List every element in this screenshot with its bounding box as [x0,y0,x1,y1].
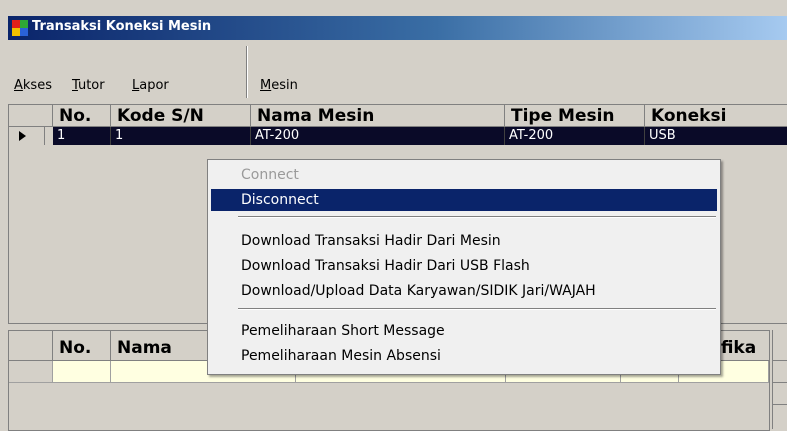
menu-item-download-upload-karyawan[interactable]: Download/Upload Data Karyawan/SIDIK Jari… [211,280,717,302]
menu-separator [246,46,248,98]
side-panel-strip [772,330,787,429]
lower-header-indicator [9,331,53,361]
menu-item-connect[interactable]: Connect [211,164,717,186]
header-no[interactable]: No. [53,105,111,127]
header-tipe-mesin[interactable]: Tipe Mesin [505,105,645,127]
menu-mesin-accel: M [260,78,272,93]
table-row[interactable]: 1 1 AT-200 AT-200 USB [9,127,787,145]
window-title: Transaksi Koneksi Mesin [32,19,212,34]
lower-header-no[interactable]: No. [53,331,111,361]
cell-kode-sn[interactable]: 1 [111,127,251,145]
cell-koneksi[interactable]: USB [645,127,787,145]
lower-grid-body [9,383,769,430]
context-menu-separator [238,308,716,310]
menu-item-disconnect[interactable]: Disconnect [211,189,717,211]
cell-nama-mesin[interactable]: AT-200 [251,127,505,145]
machine-grid-header: No. Kode S/N Nama Mesin Tipe Mesin Konek… [9,105,787,127]
menu-tutor[interactable]: Tutor [72,78,105,93]
menu-lapor-label: apor [139,78,169,93]
header-nama-mesin[interactable]: Nama Mesin [251,105,505,127]
menu-mesin[interactable]: Mesin [260,78,298,93]
header-indicator [9,105,53,127]
header-koneksi[interactable]: Koneksi [645,105,787,127]
menu-bar: Akses Tutor Lapor Mesin [8,44,787,100]
menu-item-download-transaksi-mesin[interactable]: Download Transaksi Hadir Dari Mesin [211,230,717,252]
app-window: Transaksi Koneksi Mesin Akses Tutor Lapo… [0,0,787,431]
menu-lapor[interactable]: Lapor [132,78,169,93]
app-icon [12,20,28,36]
menu-akses-accel: A [14,78,23,93]
cell-no[interactable]: 1 [53,127,111,145]
header-kode-sn[interactable]: Kode S/N [111,105,251,127]
new-row-indicator [9,361,53,383]
menu-mesin-label: esin [271,78,298,93]
menu-akses-label: kses [22,78,52,93]
context-menu: Connect Disconnect Download Transaksi Ha… [207,159,721,375]
row-indicator [9,127,45,145]
new-cell-no[interactable] [53,361,111,383]
cell-tipe-mesin[interactable]: AT-200 [505,127,645,145]
menu-item-pemeliharaan-mesin-absensi[interactable]: Pemeliharaan Mesin Absensi [211,345,717,367]
menu-item-download-transaksi-usb[interactable]: Download Transaksi Hadir Dari USB Flash [211,255,717,277]
context-menu-separator [238,216,716,218]
menu-item-pemeliharaan-short-message[interactable]: Pemeliharaan Short Message [211,320,717,342]
title-bar[interactable]: Transaksi Koneksi Mesin [8,16,787,40]
current-row-arrow-icon [19,131,26,141]
menu-akses[interactable]: Akses [14,78,52,93]
menu-tutor-label: utor [77,78,105,93]
